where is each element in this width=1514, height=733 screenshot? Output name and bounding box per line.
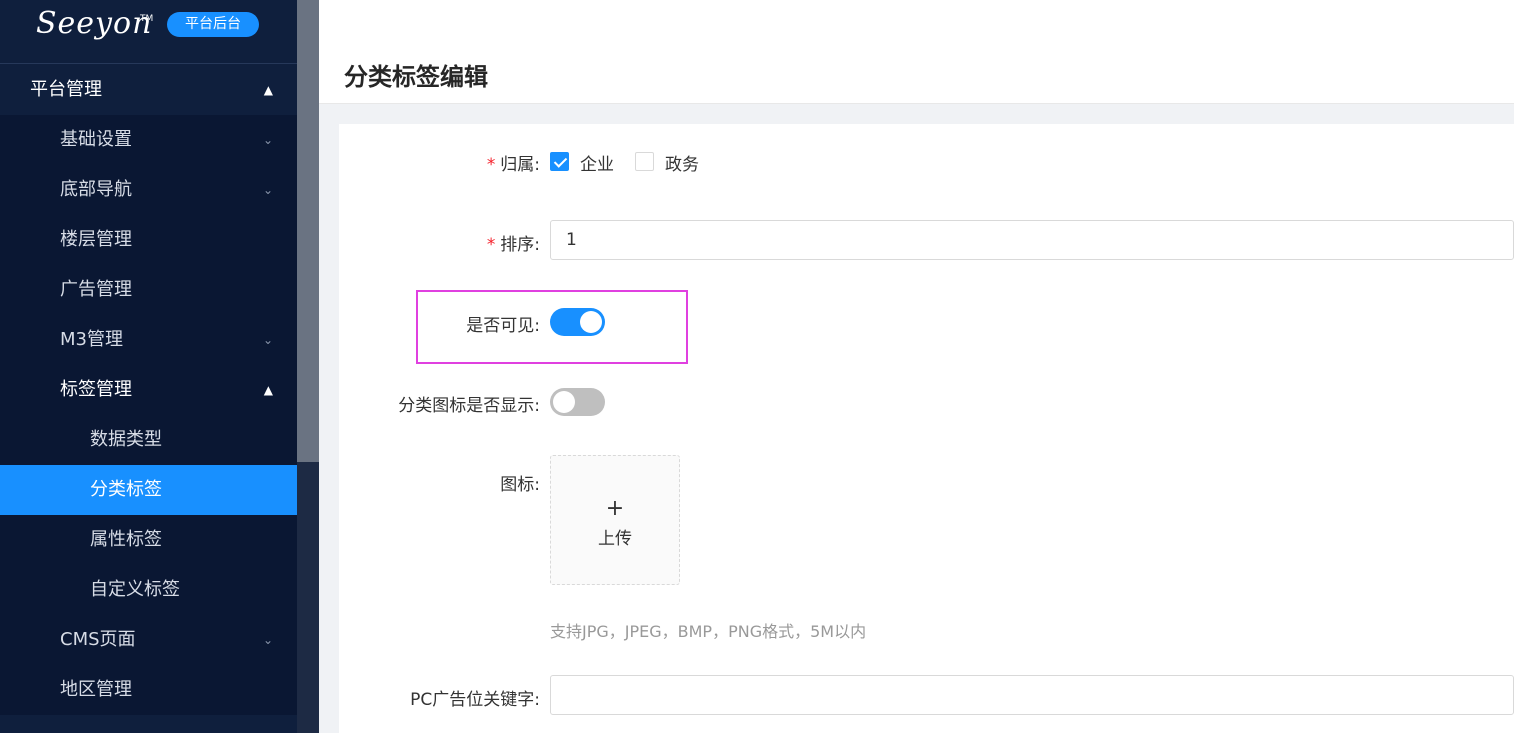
- sort-label-text: 排序:: [500, 235, 540, 255]
- owner-government-label[interactable]: 政务: [665, 150, 699, 175]
- owner-label-text: 归属:: [500, 155, 540, 175]
- menu-label: 平台管理: [30, 79, 102, 100]
- sort-input[interactable]: 1: [550, 220, 1514, 260]
- menu-label: 基础设置: [60, 129, 132, 150]
- chevron-down-icon: ⌄: [262, 633, 273, 647]
- switch-knob: [553, 391, 575, 413]
- logo-trademark: TM: [140, 14, 154, 24]
- chevron-down-icon: ⌄: [262, 183, 273, 197]
- menu-label: 自定义标签: [90, 579, 180, 600]
- menu-label: 属性标签: [90, 529, 162, 550]
- menu-basic-settings[interactable]: 基础设置 ⌄: [0, 115, 297, 165]
- sidebar: Seeyon TM 平台后台 平台管理 ▲ 基础设置 ⌄ 底部导航 ⌄ 楼层管理…: [0, 0, 297, 733]
- menu-m3-management[interactable]: M3管理 ⌄: [0, 315, 297, 365]
- menu-label: 地区管理: [60, 679, 132, 700]
- upload-text: 上传: [598, 529, 632, 549]
- logo-area: Seeyon TM 平台后台: [0, 0, 297, 64]
- seeyon-logo: Seeyon: [36, 6, 153, 41]
- menu-region-management[interactable]: 地区管理: [0, 665, 297, 715]
- menu-floor-management[interactable]: 楼层管理: [0, 215, 297, 265]
- required-mark: *: [486, 235, 497, 255]
- switch-knob: [580, 311, 602, 333]
- menu-bottom-nav[interactable]: 底部导航 ⌄: [0, 165, 297, 215]
- menu-tag-management[interactable]: 标签管理 ▲: [0, 365, 297, 415]
- menu-category-tag[interactable]: 分类标签: [0, 465, 297, 515]
- visible-label: 是否可见:: [466, 316, 540, 336]
- menu-label: 底部导航: [60, 179, 132, 200]
- pc-keyword-label: PC广告位关键字:: [410, 690, 540, 710]
- menu-attribute-tag[interactable]: 属性标签: [0, 515, 297, 565]
- chevron-up-icon: ▲: [263, 383, 273, 397]
- owner-enterprise-label[interactable]: 企业: [580, 150, 614, 175]
- sort-label: * 排序:: [486, 230, 540, 255]
- pc-keyword-input[interactable]: [550, 675, 1514, 715]
- icon-label: 图标:: [500, 475, 540, 495]
- required-mark: *: [486, 155, 497, 175]
- owner-enterprise-checkbox[interactable]: [550, 152, 569, 171]
- sidebar-scrollbar-thumb[interactable]: [297, 0, 319, 462]
- menu-custom-tag[interactable]: 自定义标签: [0, 565, 297, 615]
- page-header: 分类标签编辑: [319, 0, 1514, 104]
- icon-show-label: 分类图标是否显示:: [398, 396, 540, 416]
- chevron-up-icon: ▲: [263, 83, 273, 97]
- chevron-down-icon: ⌄: [262, 333, 273, 347]
- menu-cms-page[interactable]: CMS页面 ⌄: [0, 615, 297, 665]
- plus-icon: +: [605, 496, 625, 521]
- menu-platform-management[interactable]: 平台管理 ▲: [0, 65, 297, 115]
- menu-label: M3管理: [60, 329, 123, 350]
- menu-label: 数据类型: [90, 429, 162, 450]
- icon-show-switch[interactable]: [550, 388, 605, 416]
- menu-ad-management[interactable]: 广告管理: [0, 265, 297, 315]
- owner-label: * 归属:: [486, 150, 540, 175]
- upload-hint: 支持JPG，JPEG，BMP，PNG格式，5M以内: [550, 622, 867, 641]
- menu-label: 分类标签: [90, 479, 162, 500]
- menu-data-type[interactable]: 数据类型: [0, 415, 297, 465]
- form-card: [339, 124, 1514, 733]
- icon-upload-button[interactable]: + 上传: [550, 455, 680, 585]
- chevron-down-icon: ⌄: [262, 133, 273, 147]
- menu-label: CMS页面: [60, 629, 136, 650]
- platform-badge: 平台后台: [167, 12, 259, 37]
- owner-government-checkbox[interactable]: [635, 152, 654, 171]
- page-title: 分类标签编辑: [344, 63, 488, 91]
- sidebar-scrollbar-lower: [297, 462, 319, 733]
- menu-label: 广告管理: [60, 279, 132, 300]
- menu-label: 楼层管理: [60, 229, 132, 250]
- visible-switch[interactable]: [550, 308, 605, 336]
- menu-label: 标签管理: [60, 379, 132, 400]
